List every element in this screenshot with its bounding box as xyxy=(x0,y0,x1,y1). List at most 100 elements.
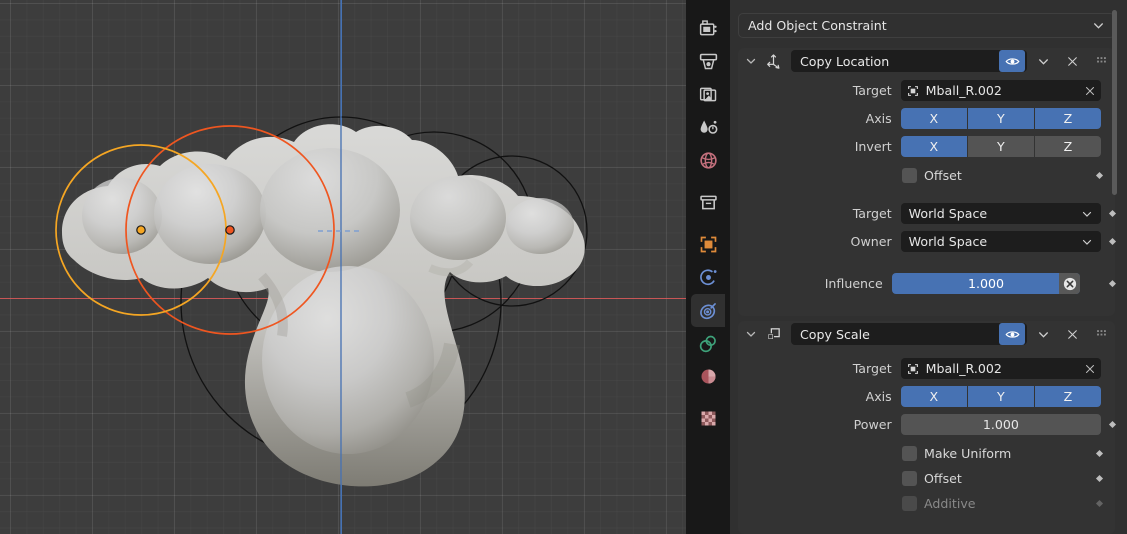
additive-checkbox xyxy=(902,495,917,511)
row-label: Target xyxy=(852,361,892,376)
axis-toggle-z[interactable]: Z xyxy=(1034,108,1102,129)
axis-toggle-y[interactable]: Y xyxy=(967,108,1034,129)
axis-toggle-group[interactable]: X Y Z xyxy=(900,108,1102,129)
constraint-name-field[interactable]: Copy Scale xyxy=(791,323,1027,345)
row-axis: Axis X Y Z xyxy=(738,107,1115,130)
invert-toggle-y[interactable]: Y xyxy=(967,136,1034,157)
invert-toggle-z[interactable]: Z xyxy=(1034,136,1102,157)
constraint-copy-scale-icon xyxy=(764,325,783,344)
animate-decorator[interactable] xyxy=(1109,209,1117,218)
row-label: Target xyxy=(852,83,892,98)
x-icon xyxy=(1067,329,1077,339)
axis-toggle-x[interactable]: X xyxy=(900,386,967,407)
animate-decorator[interactable] xyxy=(1095,474,1104,482)
checker-icon xyxy=(701,411,715,426)
animate-decorator xyxy=(1095,499,1104,507)
power-value: 1.000 xyxy=(982,417,1019,432)
sidebar-item-texture[interactable] xyxy=(691,402,725,435)
tab-separator xyxy=(686,177,730,186)
constraint-delete-button[interactable] xyxy=(1060,323,1084,345)
blender-window: Add Object Constraint Copy Location Targ… xyxy=(0,0,1127,534)
constraint-drag-handle[interactable] xyxy=(1089,323,1115,345)
target-space-select[interactable]: World Space xyxy=(900,203,1102,224)
target-space-value: World Space xyxy=(908,206,988,221)
constraint-visibility-toggle[interactable] xyxy=(999,50,1025,72)
axis-toggle-x[interactable]: X xyxy=(900,108,967,129)
sidebar-item-object[interactable] xyxy=(691,228,725,261)
chevron-down-icon xyxy=(1082,211,1092,217)
material-sphere-icon xyxy=(701,369,715,384)
expand-chevron-icon[interactable] xyxy=(743,326,759,342)
expand-chevron-icon[interactable] xyxy=(743,53,759,69)
offset-checkbox[interactable] xyxy=(902,470,917,486)
row-power: Power 1.000 xyxy=(738,413,1117,436)
animate-decorator[interactable] xyxy=(1109,237,1117,246)
animate-decorator[interactable] xyxy=(1095,449,1104,457)
target-object-field[interactable]: Mball_R.002 xyxy=(900,80,1102,101)
row-offset: Offset xyxy=(738,164,1115,186)
row-target: Target Mball_R.002 xyxy=(738,357,1115,380)
metaball-icon xyxy=(907,85,918,96)
influence-slider[interactable]: 1.000 xyxy=(891,273,1081,294)
constraint-visibility-toggle[interactable] xyxy=(999,323,1025,345)
printer-icon xyxy=(699,53,717,70)
sidebar-item-material[interactable] xyxy=(691,360,725,393)
chevron-down-icon xyxy=(1038,58,1048,65)
target-name: Mball_R.002 xyxy=(925,83,1002,98)
constraint-copy-location-icon xyxy=(764,52,783,71)
invert-toggle-x[interactable]: X xyxy=(900,136,967,157)
row-label: Influence xyxy=(824,276,883,291)
row-owner-space: Owner World Space xyxy=(738,230,1117,253)
sidebar-item-constraints[interactable] xyxy=(691,294,725,327)
animate-decorator[interactable] xyxy=(1095,171,1104,179)
target-object-field[interactable]: Mball_R.002 xyxy=(900,358,1102,379)
x-icon[interactable] xyxy=(1084,363,1096,375)
constraint-extras-menu[interactable] xyxy=(1031,50,1055,72)
properties-scrollbar[interactable] xyxy=(1112,10,1117,195)
sidebar-item-world[interactable] xyxy=(691,144,725,177)
constraint-name-field[interactable]: Copy Location xyxy=(791,50,1027,72)
camera-back-icon xyxy=(699,20,717,36)
owner-space-select[interactable]: World Space xyxy=(900,231,1102,252)
row-label: Axis xyxy=(865,111,892,126)
constraint-header[interactable]: Copy Scale xyxy=(738,321,1115,347)
influence-clear-keyframe-button[interactable] xyxy=(1059,273,1081,294)
decorator-spacer xyxy=(1110,366,1115,371)
axis-toggle-group[interactable]: X Y Z xyxy=(900,386,1102,407)
offset-label: Offset xyxy=(924,167,962,183)
make-uniform-checkbox[interactable] xyxy=(902,445,917,461)
constraint-extras-menu[interactable] xyxy=(1031,323,1055,345)
animate-decorator[interactable] xyxy=(1109,420,1117,429)
invert-toggle-group[interactable]: X Y Z xyxy=(900,136,1102,157)
sidebar-item-render[interactable] xyxy=(691,12,725,45)
row-influence: Influence 1.000 xyxy=(738,272,1117,295)
decorator-spacer xyxy=(1110,394,1115,399)
sidebar-item-output[interactable] xyxy=(691,45,725,78)
constraint-delete-button[interactable] xyxy=(1060,50,1084,72)
power-number-field[interactable]: 1.000 xyxy=(900,414,1102,435)
orange-square-icon xyxy=(700,236,716,253)
row-label: Power xyxy=(853,417,892,432)
animate-decorator[interactable] xyxy=(1109,280,1117,287)
row-label: Axis xyxy=(865,389,892,404)
axis-toggle-z[interactable]: Z xyxy=(1034,386,1102,407)
3d-viewport[interactable] xyxy=(0,0,686,534)
sidebar-item-scene[interactable] xyxy=(691,111,725,144)
axis-toggle-y[interactable]: Y xyxy=(967,386,1034,407)
constraint-header[interactable]: Copy Location xyxy=(738,48,1115,74)
sidebar-item-collection[interactable] xyxy=(691,186,725,219)
eye-icon xyxy=(1005,57,1019,65)
chevron-down-icon xyxy=(1094,23,1103,29)
row-label: Invert xyxy=(854,139,892,154)
add-object-constraint-dropdown[interactable]: Add Object Constraint xyxy=(738,13,1115,38)
offset-checkbox[interactable] xyxy=(902,167,917,183)
row-offset: Offset xyxy=(738,467,1115,489)
sidebar-item-view-layer[interactable] xyxy=(691,78,725,111)
influence-value: 1.000 xyxy=(967,276,1005,291)
sidebar-item-object-data[interactable] xyxy=(691,327,725,360)
sidebar-item-physics[interactable] xyxy=(691,261,725,294)
offset-label: Offset xyxy=(924,470,962,486)
properties-tab-rail[interactable] xyxy=(686,0,730,534)
row-invert: Invert X Y Z xyxy=(738,135,1115,158)
x-icon[interactable] xyxy=(1084,85,1096,97)
